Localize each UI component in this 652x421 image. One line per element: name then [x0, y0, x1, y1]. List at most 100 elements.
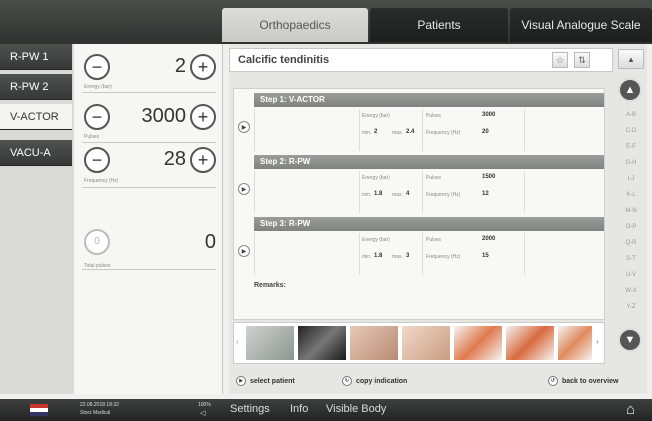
thumbnail-image[interactable] — [350, 326, 398, 360]
total-pulses-param: 0 0 Total pulses — [82, 229, 216, 273]
alpha-index-item[interactable]: S-T — [616, 256, 646, 262]
frequency-value: 20 — [482, 129, 489, 135]
thumbnail-image[interactable] — [558, 326, 592, 360]
max-label: max. — [392, 192, 403, 198]
thumbnail-image[interactable] — [402, 326, 450, 360]
play-icon: ▶ — [236, 376, 246, 386]
alpha-index-item[interactable]: Q-R — [616, 240, 646, 246]
step-cell — [254, 233, 360, 275]
parameter-panel: − 2 + Energy (bar) − 3000 + Pulses − 28 … — [74, 44, 223, 394]
energy-param: − 2 + Energy (bar) — [82, 54, 216, 94]
frequency-minus-button[interactable]: − — [84, 147, 110, 173]
step-row: Step 2: R-PW ▶ Energy (bar) min. 1.8 max… — [234, 155, 604, 215]
mode-vacua[interactable]: VACU-A — [0, 140, 72, 166]
total-pulses-value: 0 — [204, 231, 216, 253]
step-title: Step 3: R-PW — [254, 217, 604, 231]
pulses-value: 2000 — [482, 236, 496, 242]
favorite-icon[interactable]: ☆ — [552, 52, 568, 68]
indication-title-bar: Calcific tendinitis ☆ ⇅ — [229, 48, 613, 72]
pulses-value: 3000 — [141, 105, 187, 127]
pulses-minus-button[interactable]: − — [84, 104, 110, 130]
step-pulses-cell: Pulses 2000 Frequency (Hz) 15 — [422, 233, 525, 275]
min-label: min. — [362, 254, 372, 260]
pulses-param: − 3000 + Pulses — [82, 104, 216, 144]
energy-min: 2 — [374, 129, 378, 135]
indication-title: Calcific tendinitis — [238, 54, 330, 66]
alpha-index-item[interactable]: I-J — [616, 176, 646, 182]
mode-rpw1[interactable]: R-PW 1 — [0, 44, 72, 70]
mode-label: R-PW 1 — [10, 50, 49, 63]
alpha-index-item[interactable]: Y-Z — [616, 304, 646, 310]
back-to-overview-action[interactable]: ↺ back to overview — [548, 376, 618, 386]
energy-max: 3 — [406, 253, 410, 259]
image-strip: ‹ › — [233, 322, 605, 364]
play-icon[interactable]: ▶ — [238, 183, 250, 195]
sync-icon[interactable]: ⇅ — [574, 52, 590, 68]
home-icon[interactable]: ⌂ — [626, 401, 635, 418]
energy-value: 2 — [174, 55, 186, 77]
datetime: 22.08.2018 18:32 — [80, 402, 119, 408]
info-button[interactable]: Info — [290, 403, 308, 415]
frequency-value: 28 — [163, 148, 186, 170]
scroll-down-button[interactable]: ▼ — [618, 328, 642, 352]
scroll-right-icon[interactable]: › — [596, 337, 599, 346]
remarks-label: Remarks: — [254, 282, 286, 289]
thumbnail-image[interactable] — [298, 326, 346, 360]
speaker-icon[interactable]: ◁ — [200, 409, 205, 417]
play-icon[interactable]: ▶ — [238, 245, 250, 257]
copy-icon: ↻ — [342, 376, 352, 386]
energy-plus-button[interactable]: + — [190, 54, 216, 80]
energy-max: 2.4 — [406, 129, 415, 135]
alpha-index-item[interactable]: E-F — [616, 144, 646, 150]
thumbnail-image[interactable] — [506, 326, 554, 360]
copy-indication-action[interactable]: ↻ copy indication — [342, 376, 407, 386]
action-label: back to overview — [562, 377, 619, 385]
alpha-index-item[interactable]: K-L — [616, 192, 646, 198]
collapse-up-button[interactable]: ▲ — [618, 49, 644, 69]
step-title: Step 1: V-ACTOR — [254, 93, 604, 107]
thumbnail-image[interactable] — [454, 326, 502, 360]
divider — [82, 187, 216, 188]
alpha-index-item[interactable]: M-N — [616, 208, 646, 214]
min-label: min. — [362, 192, 372, 198]
pulses-label: Pulses — [426, 175, 442, 181]
scroll-left-icon[interactable]: ‹ — [236, 337, 239, 346]
alpha-index-item[interactable]: U-V — [616, 272, 646, 278]
uk-flag-icon[interactable] — [30, 404, 48, 416]
mode-label: VACU-A — [10, 146, 51, 159]
tab-label: Patients — [417, 18, 461, 32]
visible-body-button[interactable]: Visible Body — [326, 403, 386, 415]
alpha-index-item[interactable]: O-P — [616, 224, 646, 230]
frequency-param: − 28 + Frequency (Hz) — [82, 147, 216, 188]
max-label: max. — [392, 254, 403, 260]
tab-visual-analogue-scale[interactable]: Visual Analogue Scale — [510, 8, 652, 42]
pulses-label: Pulses — [426, 237, 442, 243]
mode-rpw2[interactable]: R-PW 2 — [0, 74, 72, 100]
min-label: min. — [362, 130, 372, 136]
select-patient-action[interactable]: ▶ select patient — [236, 376, 295, 386]
reset-counter-button[interactable]: 0 — [84, 229, 110, 255]
settings-button[interactable]: Settings — [230, 403, 270, 415]
alpha-index-item[interactable]: C-D — [616, 128, 646, 134]
alpha-index-item[interactable]: G-H — [616, 160, 646, 166]
step-row: Step 1: V-ACTOR ▶ Energy (bar) min. 2 ma… — [234, 93, 604, 153]
tab-label: Visual Analogue Scale — [521, 18, 641, 32]
pulses-plus-button[interactable]: + — [190, 104, 216, 130]
alpha-index-item[interactable]: A-B — [616, 112, 646, 118]
tab-orthopaedics[interactable]: Orthopaedics — [222, 8, 368, 42]
thumbnail-image[interactable] — [246, 326, 294, 360]
step-pulses-cell: Pulses 1500 Frequency (Hz) 12 — [422, 171, 525, 213]
scroll-up-button[interactable]: ▲ — [618, 78, 642, 102]
action-label: copy indication — [356, 377, 408, 385]
energy-minus-button[interactable]: − — [84, 54, 110, 80]
energy-min: 1.8 — [374, 191, 383, 197]
tab-label: Orthopaedics — [259, 18, 331, 32]
mode-vactor[interactable]: V-ACTOR — [0, 104, 72, 130]
pulses-value: 3000 — [482, 112, 496, 118]
play-icon[interactable]: ▶ — [238, 121, 250, 133]
energy-label: Energy (bar) — [362, 175, 390, 181]
tab-patients[interactable]: Patients — [370, 8, 508, 42]
alpha-index-item[interactable]: W-X — [616, 288, 646, 294]
frequency-value: 12 — [482, 191, 489, 197]
frequency-plus-button[interactable]: + — [190, 147, 216, 173]
